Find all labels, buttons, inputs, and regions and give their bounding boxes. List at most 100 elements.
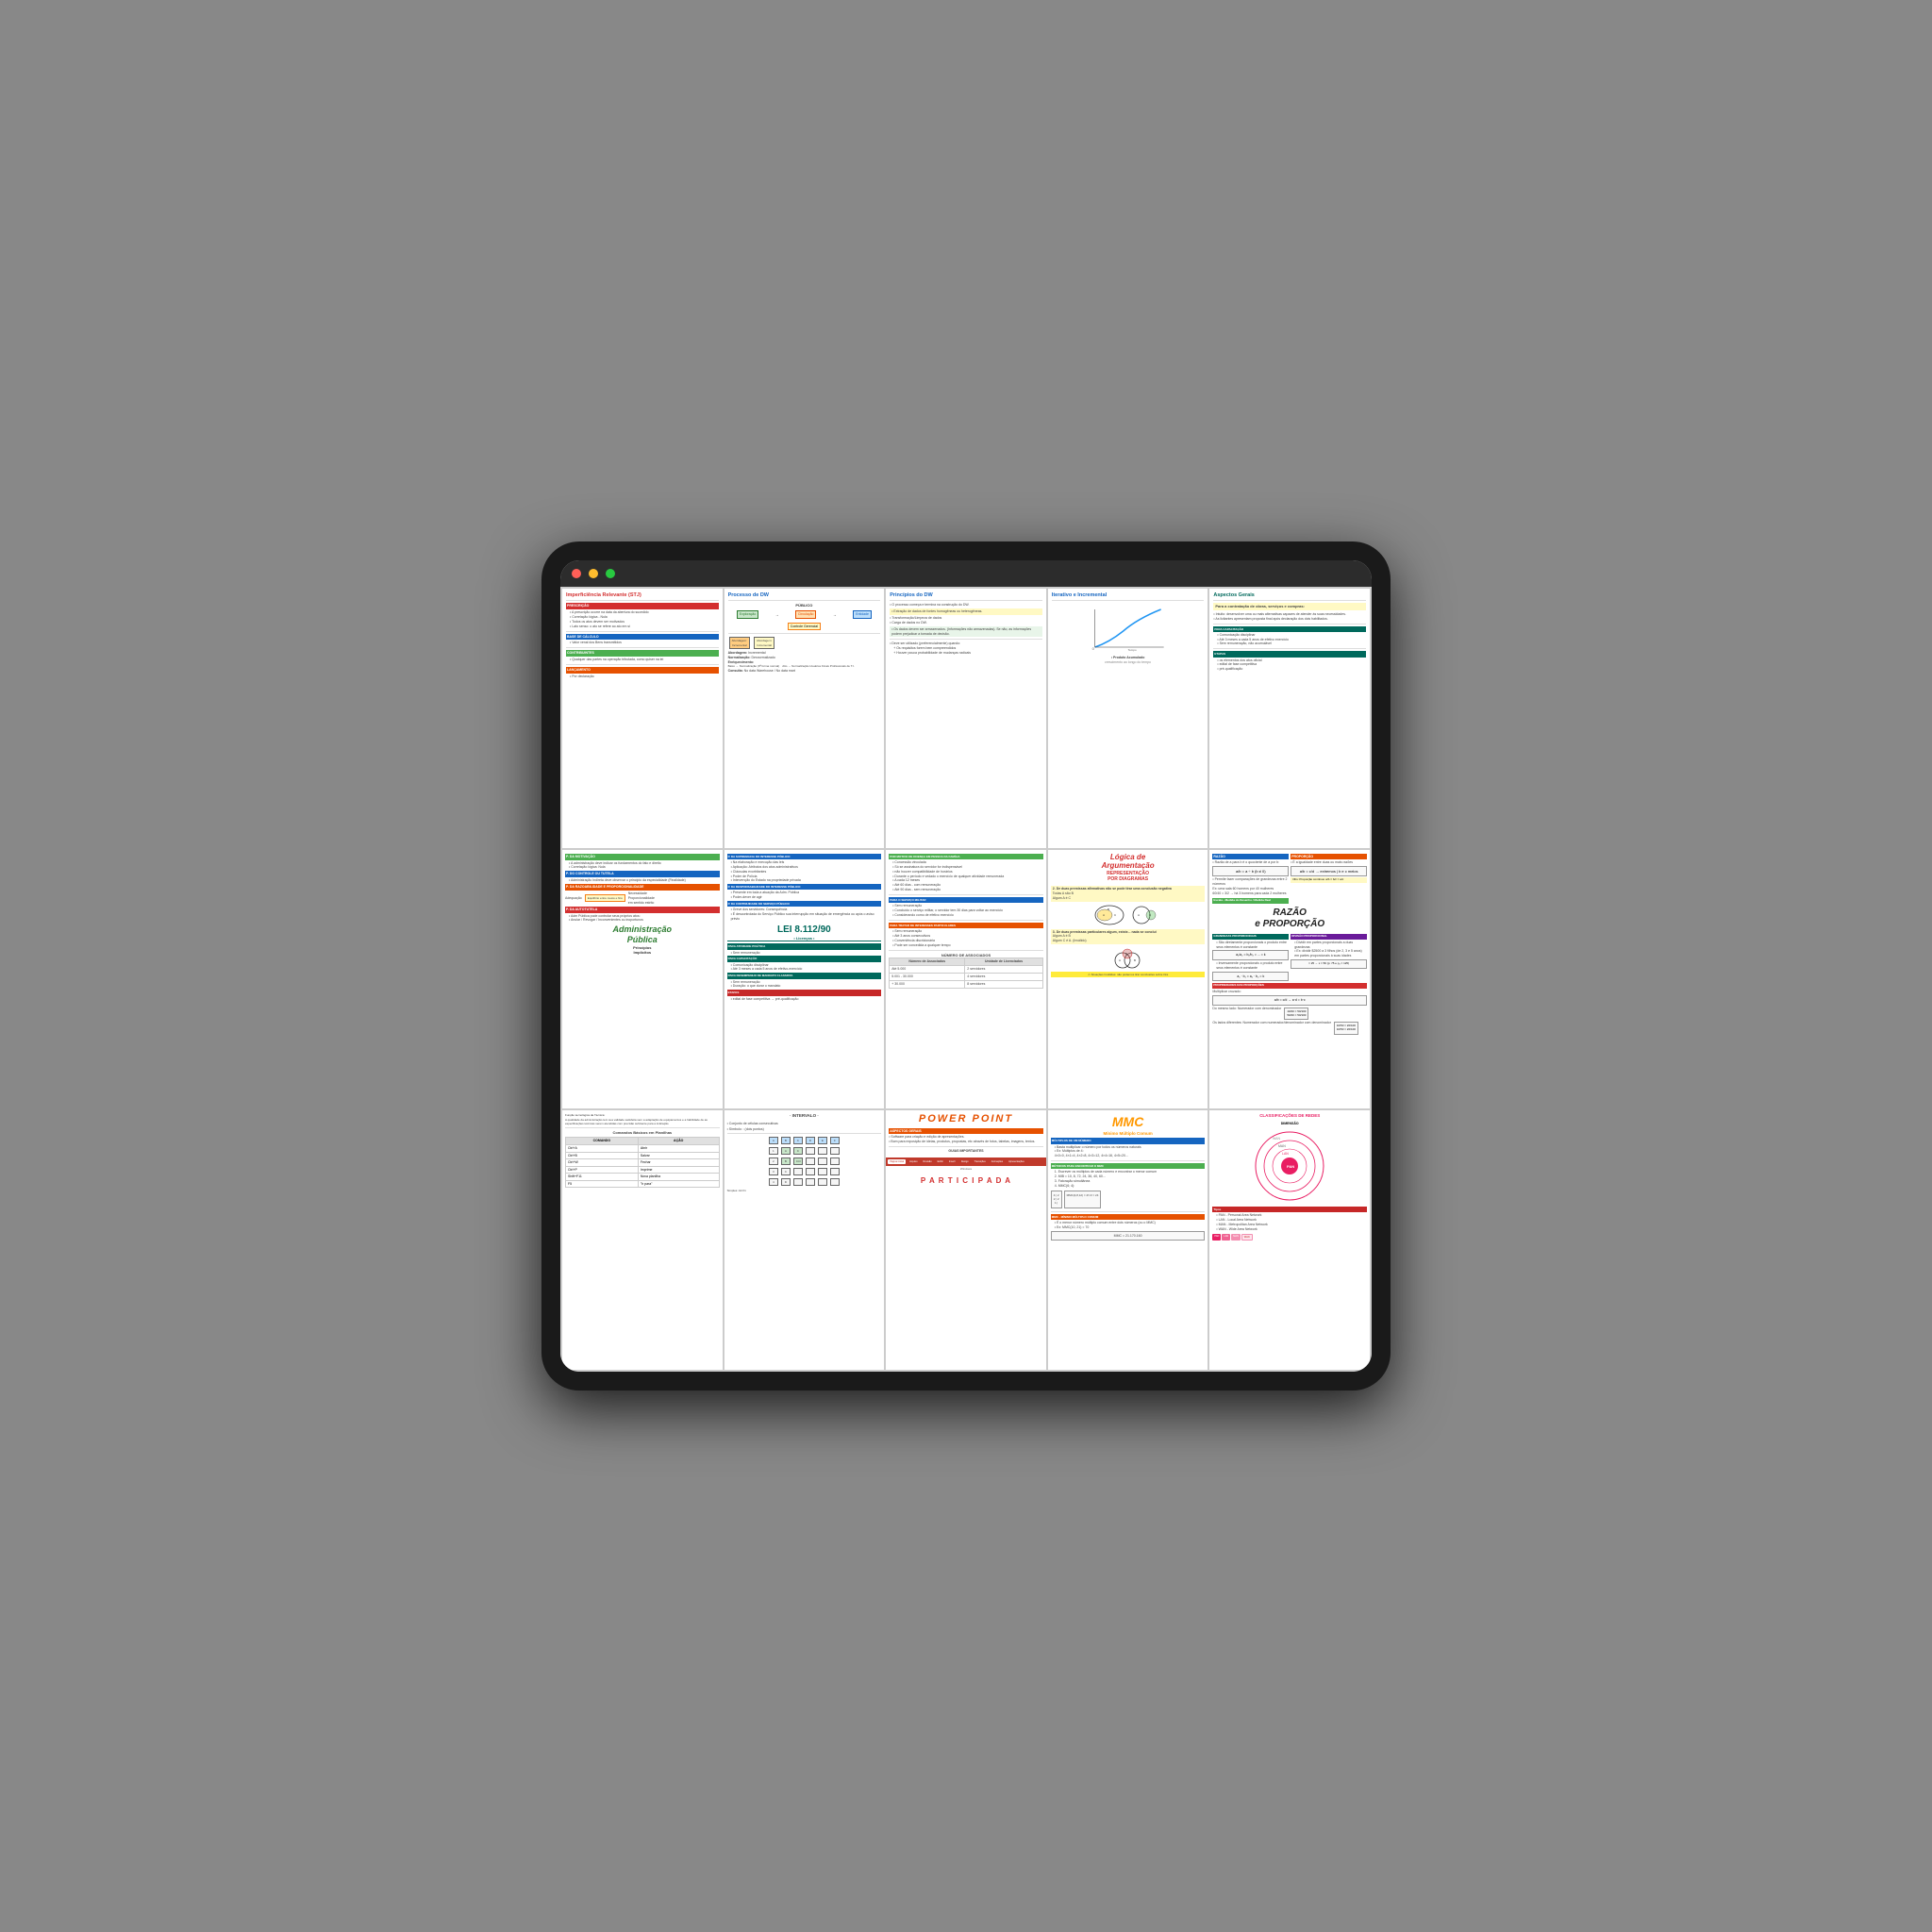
card-r1c2-content: Abordagem:Incremental Abordagem:Incremen… — [728, 636, 881, 673]
network-diagram: PAN LAN MAN WAN — [1212, 1128, 1367, 1204]
card-r2c5: RAZÃO • Razão de a para b é o quociente … — [1209, 850, 1370, 1109]
logica-title: Lógica deArgumentação — [1051, 853, 1206, 871]
card-r3c5: CLASSIFICAÇÕES DE REDES DIMENSÃO PAN LAN… — [1209, 1110, 1370, 1370]
svg-text:WAN: WAN — [1273, 1137, 1281, 1141]
prop-propriedades: PROPRIEDADES DAS PROPORÇÕES Multiplicar … — [1212, 983, 1367, 1036]
tab-pagina-inicial[interactable]: Página Inicial — [888, 1159, 906, 1164]
tab-apresentacoes[interactable]: Apresentações — [1007, 1159, 1026, 1164]
svg-text:0: 0 — [1092, 646, 1095, 651]
card-r1c1-title: Imperficiência Relevante (STJ) — [566, 592, 719, 601]
top-bar — [560, 560, 1372, 587]
divisao-section: DIVISÃO PROPORCIONAL • Dividir em partes… — [1291, 933, 1367, 983]
card-r3c4: MMC Mínimo Múltiplo Comum MÚLTIPLOS DE U… — [1048, 1110, 1208, 1370]
ppt-ribbon: Página Inicial Arquivo Revisão Exibir In… — [886, 1158, 1046, 1166]
card-r2c4-content: 2. De duas premissas afirmativas não se … — [1051, 886, 1206, 978]
card-r1c1-content: PRESCRIÇÃO • A prescrição ocorre na data… — [566, 603, 719, 679]
card-r2c3: POR MOTIVO DE DOENÇA EM PESSOA DA FAMÍLI… — [886, 850, 1046, 1109]
law-title: LEI 8.112/90 — [727, 924, 882, 936]
mmc-subtitle: Mínimo Múltiplo Comum — [1051, 1131, 1206, 1137]
mmc-title: MMC — [1051, 1113, 1206, 1130]
card-r1c2-title: Processo de DW — [728, 592, 881, 601]
proporcao-section: PROPORÇÃO • É a igualdade entre duas ou … — [1291, 853, 1367, 905]
svg-text:Tempo: Tempo — [1128, 648, 1137, 652]
participada-text: P A R T I C I P A D A — [889, 1176, 1043, 1186]
tab-arquivo[interactable]: Arquivo — [908, 1159, 919, 1164]
venn-diagram-3: A B C — [1111, 946, 1144, 970]
razao-prop-title: RAZÃOe PROPORÇÃO — [1212, 908, 1367, 930]
big-title-adm: Administração — [565, 924, 720, 935]
svg-text:C: C — [1114, 913, 1117, 917]
tab-inserir[interactable]: Inserir — [947, 1159, 958, 1164]
card-r1c5-content: Para a contratação de obras, serviços e … — [1213, 603, 1366, 672]
big-title-pub: Pública — [565, 935, 720, 945]
card-r2c4: Lógica deArgumentação REPRESENTAÇÃOPOR D… — [1048, 850, 1208, 1109]
content-area: Imperficiência Relevante (STJ) PRESCRIÇÃ… — [560, 587, 1372, 1372]
flow-box-entidade: Entidade — [853, 610, 872, 619]
card-r1c4-legend: • Produto Acumulado crescimento ao longo… — [1052, 656, 1205, 665]
guias-title: GUIAS IMPORTANTES — [890, 1149, 1042, 1154]
svg-text:MAN: MAN — [1278, 1144, 1286, 1148]
intervalo-content: Conjunto de células consecutivas Símbolo… — [727, 1122, 882, 1193]
card-r1c2: Processo de DW PÚBLICO Exploração → Circ… — [724, 589, 885, 848]
commands-title: Comandos Básicos em Planilhas — [565, 1130, 720, 1136]
redes-content: Tipos • PAN - Personal Area Network • LA… — [1212, 1207, 1367, 1232]
card-r2c1-content: P. DA MOTIVAÇÃO • A administração deve i… — [565, 854, 720, 924]
principles-subtitle: PrincípiosImplícitos — [565, 945, 720, 955]
card-r1c3: Princípios do DW O processo começa e ter… — [886, 589, 1046, 848]
growth-chart: 0 Tempo — [1067, 605, 1189, 652]
card-r1c5-title: Aspectos Gerais — [1213, 592, 1366, 601]
close-dot[interactable] — [572, 569, 581, 578]
razao-section: RAZÃO • Razão de a para b é o quociente … — [1212, 853, 1289, 905]
svg-text:A: A — [1138, 913, 1140, 917]
intervalo-title: · INTERVALO · — [727, 1113, 882, 1119]
flow-box-exploracao: Exploração — [737, 610, 759, 619]
card-r2c2: P. DA SUPREMACIA DO INTERESSE PÚBLICO • … — [724, 850, 885, 1109]
card-r1c4-title: Iterativo e Incremental — [1052, 592, 1205, 601]
tab-design[interactable]: Design — [959, 1159, 971, 1164]
redes-title: CLASSIFICAÇÕES DE REDES — [1212, 1113, 1367, 1119]
minimize-dot[interactable] — [589, 569, 598, 578]
tablet-frame: Imperficiência Relevante (STJ) PRESCRIÇÃ… — [541, 541, 1391, 1391]
redes-legend: PAN LAN MAN WAN — [1212, 1234, 1367, 1241]
card-r1c4: Iterativo e Incremental 0 Tempo • Produt… — [1048, 589, 1208, 848]
flow-box-circulacao: Circulação — [795, 610, 817, 619]
card-r2c2-sections: PARA ATIVIDADE POLÍTICA • Sem remuneraçã… — [727, 943, 882, 1001]
svg-text:A: A — [1119, 958, 1121, 962]
screen: Imperficiência Relevante (STJ) PRESCRIÇÃ… — [560, 560, 1372, 1372]
card-r3c2: · INTERVALO · Conjunto de células consec… — [724, 1110, 885, 1370]
svg-text:PAN: PAN — [1287, 1164, 1294, 1169]
ppt-aspects: ASPECTOS GERAIS Software para criação e … — [889, 1128, 1043, 1145]
logica-subtitle: REPRESENTAÇÃOPOR DIAGRAMAS — [1051, 871, 1206, 883]
commands-table: COMANDOAÇÃO Ctrl+AAbrir Ctrl+BSalvar Ctr… — [565, 1137, 720, 1188]
powerpoint-title: POWER POINT — [889, 1113, 1043, 1125]
flow-box-controle: Controle Gerencial — [788, 623, 821, 631]
card-r1c1: Imperficiência Relevante (STJ) PRESCRIÇÃ… — [562, 589, 723, 848]
dimensao-subtitle: DIMENSÃO — [1212, 1122, 1367, 1126]
svg-text:A: A — [1103, 913, 1105, 917]
participada-area: P A R T I C I P A D A — [886, 1174, 1046, 1189]
venn-diagram-1: A C B — [1093, 904, 1126, 927]
card-r3c1: Função tecnológica da Técnica: A qualida… — [562, 1110, 723, 1370]
windows-label: Windows — [886, 1166, 1046, 1174]
venn-diagram-2: A C — [1130, 904, 1163, 927]
card-r3c1-tech: Função tecnológica da Técnica: A qualida… — [565, 1113, 720, 1125]
law-subtitle: • Licenças • — [727, 936, 882, 941]
svg-text:LAN: LAN — [1282, 1152, 1289, 1156]
mmc-content: MÚLTIPLOS DE UM NÚMERO • Basta multiplic… — [1051, 1138, 1206, 1241]
card-r2c2-top: P. DA SUPREMACIA DO INTERESSE PÚBLICO • … — [727, 854, 882, 922]
card-r1c3-title: Princípios do DW — [890, 592, 1042, 601]
maximize-dot[interactable] — [606, 569, 615, 578]
tab-animacoes[interactable]: Animações — [990, 1159, 1005, 1164]
tab-transicoes[interactable]: Transições — [973, 1159, 988, 1164]
grandezas-section: GRANDEZAS PROPORCIONAIS • São diretament… — [1212, 933, 1289, 983]
tab-exibir[interactable]: Exibir — [936, 1159, 945, 1164]
card-r2c1: P. DA MOTIVAÇÃO • A administração deve i… — [562, 850, 723, 1109]
card-r3c3: POWER POINT ASPECTOS GERAIS Software par… — [886, 1110, 1046, 1370]
tab-revisao[interactable]: Revisão — [922, 1159, 934, 1164]
svg-text:B: B — [1134, 958, 1136, 962]
card-r2c3-content: POR MOTIVO DE DOENÇA EM PESSOA DA FAMÍLI… — [889, 854, 1043, 989]
card-r1c5: Aspectos Gerais Para a contratação de ob… — [1209, 589, 1370, 848]
card-r1c3-content: O processo começa e termina na construçã… — [890, 603, 1042, 656]
svg-text:B: B — [1108, 908, 1109, 911]
licencas-table: Número de AssociadosUnidade de Licenciad… — [889, 958, 1043, 989]
